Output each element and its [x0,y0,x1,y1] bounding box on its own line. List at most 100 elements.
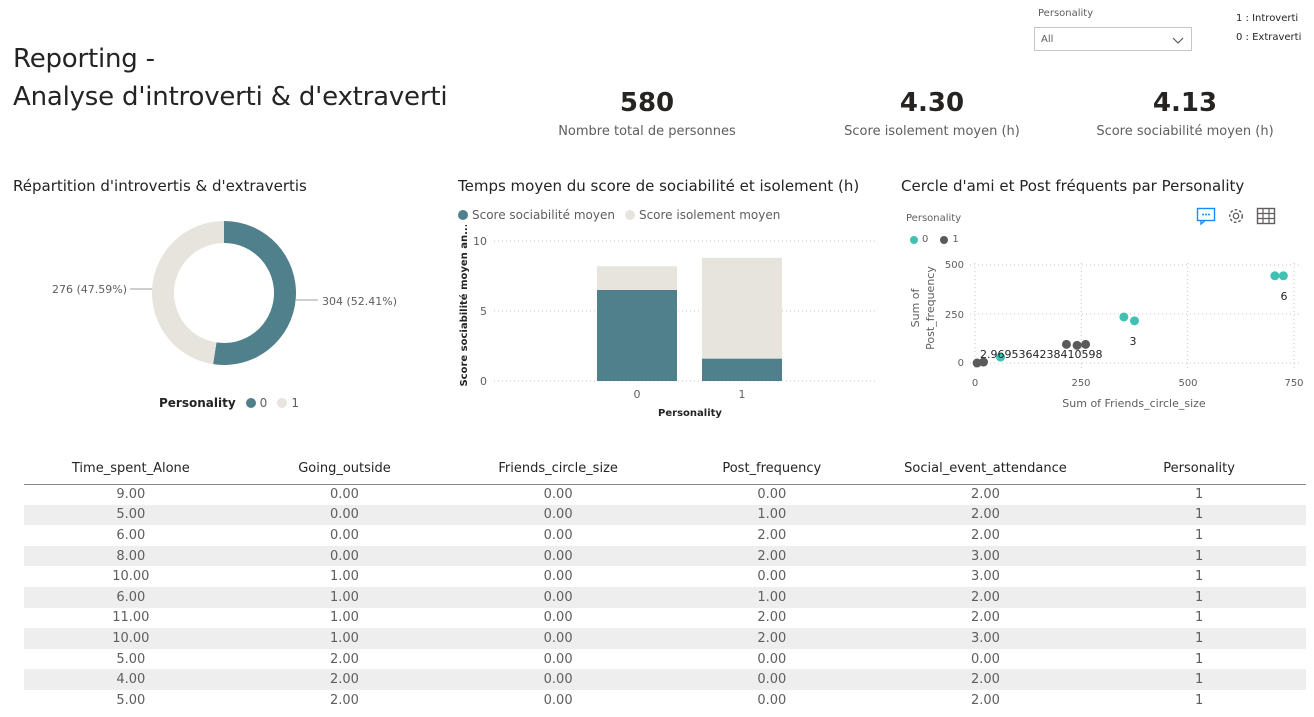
table-cell: 0.00 [451,669,665,690]
table-cell: 2.00 [664,545,879,567]
table-cell: 0.00 [543,527,573,543]
legend-dot-0 [245,398,256,408]
table-cell: 1 [1195,610,1204,626]
column-header[interactable]: Going_outside [237,454,452,485]
donut-legend-item-1[interactable]: 1 [291,396,299,410]
table-cell: 2.00 [878,586,1093,608]
table-row[interactable]: 4.00 2.00 0.00 0.00 2.00 1 [24,669,1306,690]
scatter-y-axis-label-line1: Sum of [909,287,922,327]
scatter-y-axis-label-line2: Post_frequency [924,266,937,350]
table-row[interactable]: 6.00 0.00 0.00 2.00 2.00 1 [24,525,1306,546]
bar-chart-title: Temps moyen du score de sociabilité et i… [458,177,860,195]
donut-data-label-0: 304 (52.41%) [322,295,397,308]
bar-legend-item-isolement[interactable]: Score isolement moyen [639,208,780,222]
gear-icon[interactable] [1226,207,1246,229]
table-row[interactable]: 6.00 1.00 0.00 1.00 2.00 1 [24,586,1306,608]
bar-segment-isolement-1[interactable] [702,257,782,359]
scatter-legend-item-0[interactable]: 0 [922,234,928,245]
column-header[interactable]: Post_frequency [664,454,879,485]
scatter-x-tick: 250 [1071,378,1090,389]
scatter-point-0[interactable] [1278,271,1288,281]
table-cell: 0.00 [237,504,452,526]
table-cell: 5.00 [116,651,146,667]
table-grid-icon[interactable] [1256,207,1276,229]
table-row[interactable]: 9.00 0.00 0.00 0.00 2.00 1 [24,484,1306,505]
scatter-data-label: 3 [1130,335,1137,348]
table-cell: 2.00 [330,692,359,708]
comment-icon[interactable] [1196,207,1216,229]
column-header[interactable]: Personality [1092,454,1306,485]
column-header[interactable]: Time_spent_Alone [24,454,238,485]
stacked-bar-chart[interactable]: Score sociabilité moyen an... 10 5 0 0 1… [450,225,890,425]
table-cell: 5.00 [24,504,238,526]
legend-dot-isolement [624,210,635,220]
scatter-legend-title: Personality [906,213,962,224]
table-cell: 3.00 [878,545,1093,567]
scatter-point-0[interactable] [1119,312,1129,322]
bar-segment-sociabilite-0[interactable] [597,290,677,381]
table-cell: 0.00 [451,586,665,608]
scatter-legend-item-1[interactable]: 1 [952,234,958,245]
table-cell: 0.00 [970,651,1000,667]
data-table[interactable]: Time_spent_Alone Going_outside Friends_cir… [24,454,1306,711]
table-row[interactable]: 8.00 0.00 0.00 2.00 3.00 1 [24,545,1306,567]
table-cell: 0.00 [543,651,573,667]
column-header[interactable]: Social_event_attendance [878,454,1093,485]
table-cell: 0.00 [451,504,665,526]
donut-legend-item-0[interactable]: 0 [260,396,268,410]
bar-x-tick: 0 [634,388,641,401]
table-cell: 0.00 [543,569,573,585]
table-row[interactable]: 5.00 2.00 0.00 0.00 2.00 1 [24,690,1306,711]
table-cell: 2.00 [878,669,1093,690]
kpi-card-total: 580 Nombre total de personnes [517,88,777,139]
kpi-value: 580 [619,88,675,118]
page-title: Reporting - Analyse d'introverti & d'ext… [13,40,448,116]
column-header[interactable]: Friends_circle_size [451,454,665,485]
scatter-x-tick: 750 [1284,378,1303,389]
legend-dot-1 [940,235,949,244]
table-cell: 1.00 [237,586,452,608]
table-cell: 10.00 [112,569,150,585]
table-cell: 0.00 [330,487,359,503]
table-cell: 0.00 [543,692,573,708]
donut-chart[interactable]: 276 (47.59%) 304 (52.41%) [0,205,440,425]
table-row[interactable]: 5.00 2.00 0.00 0.00 0.00 1 [24,649,1306,670]
table-cell: 0.00 [757,487,787,503]
table-cell: 0.00 [451,628,665,649]
personality-slicer-dropdown[interactable]: All [1034,27,1192,51]
table-row[interactable]: 5.00 0.00 0.00 1.00 2.00 1 [24,504,1306,526]
table-cell: 1 [1195,692,1204,708]
bar-y-tick: 0 [480,375,487,388]
kpi-value: 4.30 [899,88,965,118]
visual-header-icons [1196,207,1276,229]
scatter-legend: 0 1 [910,234,959,245]
donut-chart-title: Répartition d'introvertis & d'extraverti… [13,177,307,195]
legend-dot-sociabilite [458,210,468,220]
table-row[interactable]: 11.00 1.00 0.00 2.00 2.00 1 [24,608,1306,629]
table-cell: 1 [1195,569,1204,585]
table-cell: 0.00 [757,569,787,585]
scatter-point-0[interactable] [1270,271,1280,281]
bar-segment-sociabilite-1[interactable] [702,358,782,381]
kpi-value: 4.13 [1152,88,1218,118]
table-cell: 2.00 [757,610,787,626]
scatter-chart[interactable]: Sum of Post_frequency 500 250 0 0 250 50… [900,255,1310,415]
bar-x-tick: 1 [739,388,746,401]
table-cell: 0.00 [664,669,879,690]
donut-slice-1[interactable] [152,221,224,365]
table-cell: 1 [1092,545,1306,567]
table-cell: 0.00 [757,692,787,708]
bar-legend-item-sociabilite[interactable]: Score sociabilité moyen [472,208,615,222]
table-cell: 0.00 [543,487,573,503]
bar-segment-isolement-0[interactable] [597,266,677,290]
table-row[interactable]: 10.00 1.00 0.00 2.00 3.00 1 [24,628,1306,649]
donut-data-label-1: 276 (47.59%) [52,283,127,296]
donut-slice-0[interactable] [213,221,296,365]
table-cell: 5.00 [116,692,146,708]
scatter-x-tick: 0 [972,378,978,389]
table-cell: 10.00 [24,628,238,649]
table-cell: 1.00 [664,504,879,526]
kpi-label: Score isolement moyen (h) [844,124,1020,139]
table-row[interactable]: 10.00 1.00 0.00 0.00 3.00 1 [24,566,1306,587]
scatter-point-0[interactable] [1130,316,1139,326]
